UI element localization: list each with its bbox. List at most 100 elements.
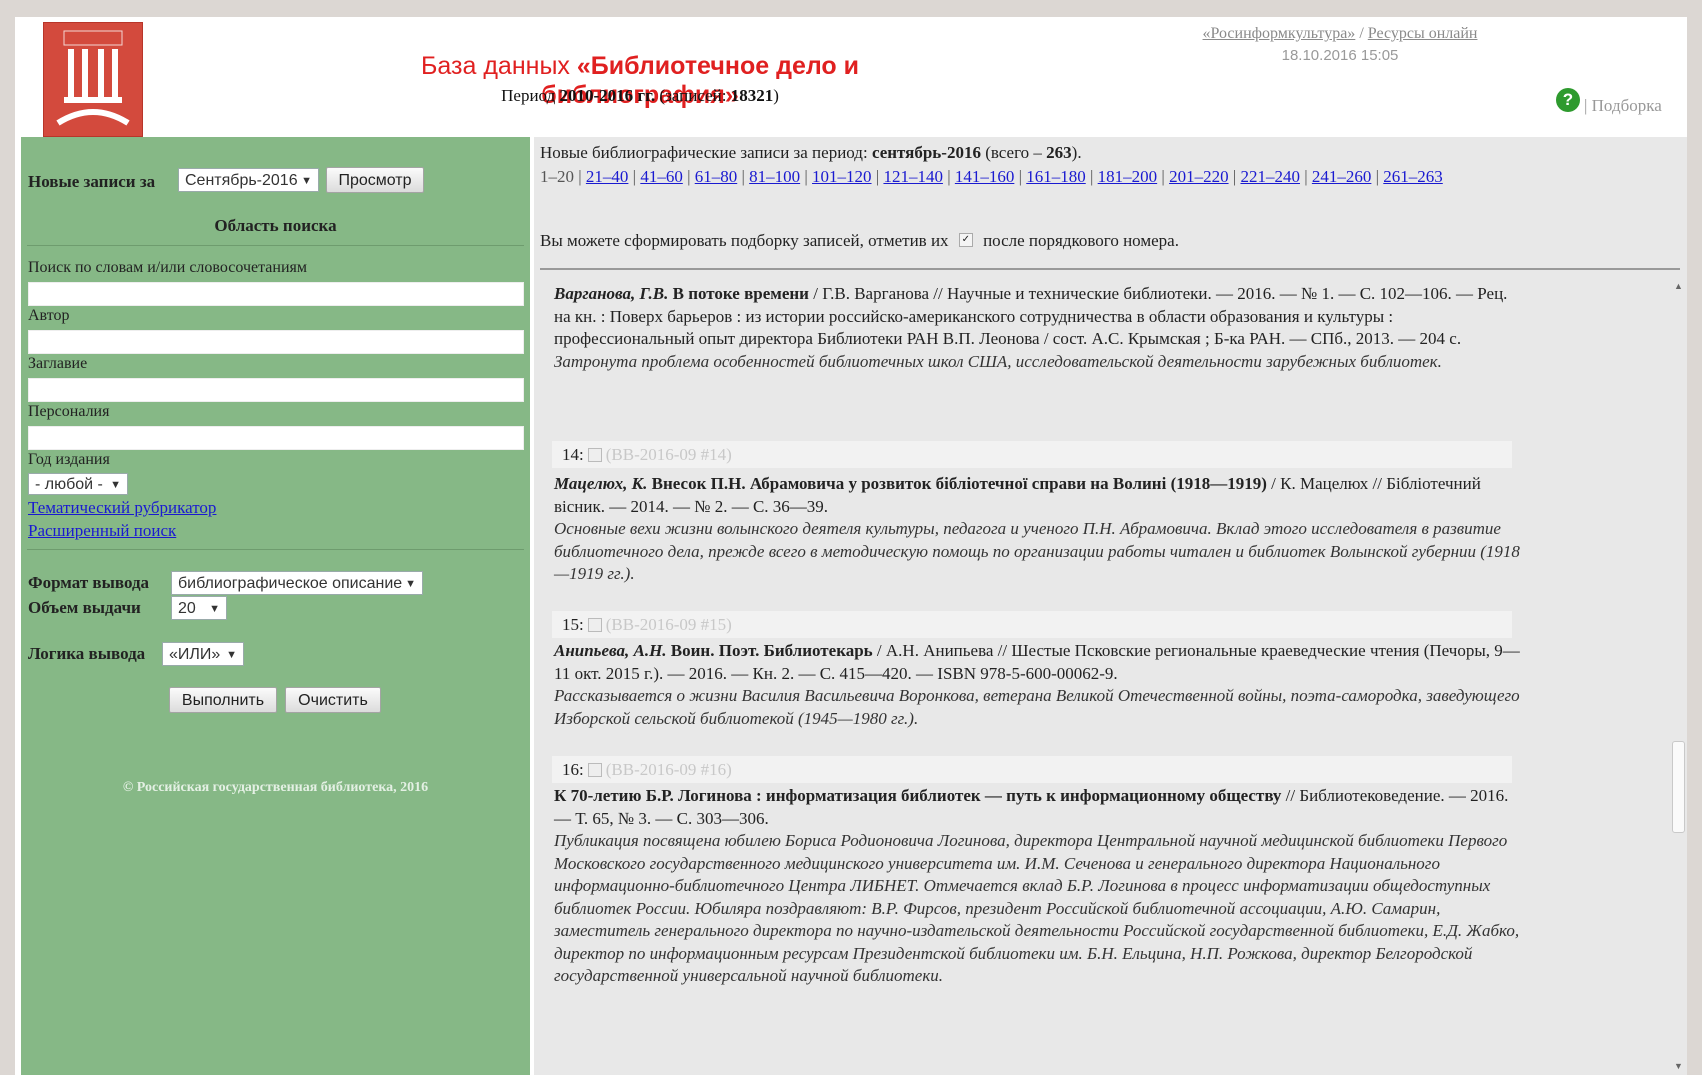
- period-suffix: ): [773, 86, 779, 105]
- hint-suffix: после порядкового номера.: [983, 231, 1179, 250]
- help-icon[interactable]: ?: [1556, 88, 1580, 112]
- selection-hint: Вы можете сформировать подборку записей,…: [540, 231, 1179, 251]
- library-logo[interactable]: [43, 22, 143, 137]
- title-label: Заглавие: [28, 355, 88, 372]
- pager-separator: |: [628, 167, 641, 186]
- record-checkbox[interactable]: [587, 447, 602, 462]
- scroll-down-icon[interactable]: ▼: [1674, 1061, 1683, 1071]
- selection-link[interactable]: | Подборка: [1584, 96, 1662, 116]
- record-item: Мацелюх, К. Внесок П.Н. Абрамовича у роз…: [554, 473, 1524, 586]
- title-prefix: База данных: [421, 52, 577, 80]
- format-select[interactable]: библиографическое описание ▼: [171, 571, 423, 595]
- period-records: 18321: [730, 86, 774, 105]
- pager-separator: |: [1299, 167, 1312, 186]
- record-item: К 70-летию Б.Р. Логинова : информатизаци…: [554, 785, 1524, 988]
- record-number: 16:: [562, 760, 584, 779]
- record-number: 14:: [562, 445, 584, 464]
- page: База данных «Библиотечное дело и библиог…: [15, 17, 1687, 1075]
- new-records-label: Новые записи за: [28, 172, 156, 191]
- thematic-rubricator-link[interactable]: Тематический рубрикатор: [28, 498, 216, 518]
- online-resources-link[interactable]: Ресурсы онлайн: [1368, 25, 1478, 42]
- pager-link[interactable]: 61–80: [695, 167, 738, 186]
- header: База данных «Библиотечное дело и библиог…: [15, 17, 1687, 145]
- record-checkbox[interactable]: [587, 762, 602, 777]
- record-code: (ВВ-2016-09 #14): [605, 445, 732, 464]
- record-number-bar: 16: (ВВ-2016-09 #16): [552, 756, 1512, 783]
- year-select-value: - любой -: [35, 476, 103, 493]
- scrollbar-thumb[interactable]: [1672, 741, 1685, 833]
- execute-button[interactable]: Выполнить: [169, 687, 277, 713]
- clear-button[interactable]: Очистить: [285, 687, 381, 713]
- record-author: Варганова, Г.В.: [554, 284, 669, 303]
- period-line: Период 2010-2016 гг. (записей: 18321): [330, 86, 950, 106]
- pager-link[interactable]: 41–60: [640, 167, 683, 186]
- record-item: Анипьева, А.Н. Воин. Поэт. Библиотекарь …: [554, 640, 1524, 730]
- view-button[interactable]: Просмотр: [326, 167, 424, 193]
- month-select[interactable]: Сентябрь-2016 ▼: [178, 168, 319, 192]
- search-panel: Новые записи за Сентябрь-2016 ▼ Просмотр …: [21, 137, 530, 1075]
- info-total-prefix: (всего –: [980, 143, 1047, 162]
- logic-label: Логика вывода: [28, 644, 146, 663]
- period-prefix: Период: [501, 86, 560, 105]
- record-title: В потоке времени: [668, 284, 809, 303]
- author-input[interactable]: [28, 330, 524, 354]
- volume-label: Объем выдачи: [28, 598, 141, 617]
- volume-select[interactable]: 20 ▼: [171, 596, 227, 620]
- info-period: сентябрь-2016: [871, 143, 981, 162]
- record-checkbox[interactable]: [587, 617, 602, 632]
- record-title: К 70-летию Б.Р. Логинова : информатизаци…: [554, 786, 1282, 805]
- pager-link[interactable]: 121–140: [883, 167, 943, 186]
- chevron-down-icon: ▼: [301, 175, 312, 187]
- info-total: 263: [1046, 143, 1072, 162]
- author-label: Автор: [28, 307, 70, 324]
- pager-link[interactable]: 21–40: [586, 167, 629, 186]
- record-annotation: Затронута проблема особенностей библиоте…: [554, 351, 1442, 371]
- hint-prefix: Вы можете сформировать подборку записей,…: [540, 231, 949, 250]
- logic-select[interactable]: «ИЛИ» ▼: [162, 642, 244, 666]
- results-panel: Новые библиографические записи за период…: [534, 137, 1687, 1075]
- pager-link[interactable]: 81–100: [749, 167, 800, 186]
- pager-link[interactable]: 161–180: [1026, 167, 1086, 186]
- chevron-down-icon: ▼: [226, 649, 237, 661]
- words-label: Поиск по словам и/или словосочетаниям: [28, 259, 307, 276]
- record-author: Анипьева, А.Н.: [554, 641, 667, 660]
- pagination: 1–20 | 21–40 | 41–60 | 61–80 | 81–100 | …: [540, 165, 1540, 188]
- pager-link[interactable]: 101–120: [812, 167, 872, 186]
- volume-select-value: 20: [178, 600, 196, 617]
- search-area-title: Область поиска: [214, 216, 337, 235]
- words-input[interactable]: [28, 282, 524, 306]
- new-records-info: Новые библиографические записи за период…: [540, 143, 1082, 163]
- record-author: Мацелюх, К.: [554, 474, 648, 493]
- records-scrollbar[interactable]: ▲ ▼: [1670, 271, 1687, 1075]
- year-select[interactable]: - любой - ▼: [28, 473, 128, 495]
- pager-link[interactable]: 261–263: [1383, 167, 1443, 186]
- datetime: 18.10.2016 15:05: [1281, 47, 1399, 64]
- record-item: Варганова, Г.В. В потоке времени / Г.В. …: [554, 283, 1524, 373]
- format-select-value: библиографическое описание: [178, 575, 403, 592]
- record-title: Внесок П.Н. Абрамовича у розвиток бібліо…: [647, 474, 1267, 493]
- pager-link[interactable]: 201–220: [1169, 167, 1229, 186]
- rosinform-link[interactable]: «Росинформкультура»: [1203, 25, 1356, 42]
- record-code: (ВВ-2016-09 #15): [605, 615, 732, 634]
- year-label: Год издания: [28, 451, 110, 468]
- logic-select-value: «ИЛИ»: [169, 646, 221, 663]
- persona-input[interactable]: [28, 426, 524, 450]
- record-code: (ВВ-2016-09 #16): [605, 760, 732, 779]
- pager-link[interactable]: 241–260: [1312, 167, 1372, 186]
- records-list: Варганова, Г.В. В потоке времени / Г.В. …: [540, 271, 1666, 1075]
- period-records-label: (записей:: [655, 86, 731, 105]
- record-number-bar: 15: (ВВ-2016-09 #15): [552, 611, 1512, 638]
- pager-link[interactable]: 221–240: [1240, 167, 1300, 186]
- record-annotation: Публикация посвящена юбилею Бориса Родио…: [554, 831, 1520, 985]
- pager-separator: |: [682, 167, 695, 186]
- scroll-up-icon[interactable]: ▲: [1674, 281, 1683, 291]
- period-years: 2010-2016 гг.: [559, 86, 656, 105]
- title-input[interactable]: [28, 378, 524, 402]
- info-prefix: Новые библиографические записи за период…: [540, 143, 872, 162]
- pager-link[interactable]: 181–200: [1098, 167, 1158, 186]
- checkbox-icon: ✓: [958, 233, 973, 248]
- format-label: Формат вывода: [28, 573, 150, 592]
- chevron-down-icon: ▼: [405, 578, 416, 590]
- advanced-search-link[interactable]: Расширенный поиск: [28, 521, 176, 541]
- pager-link[interactable]: 141–160: [955, 167, 1015, 186]
